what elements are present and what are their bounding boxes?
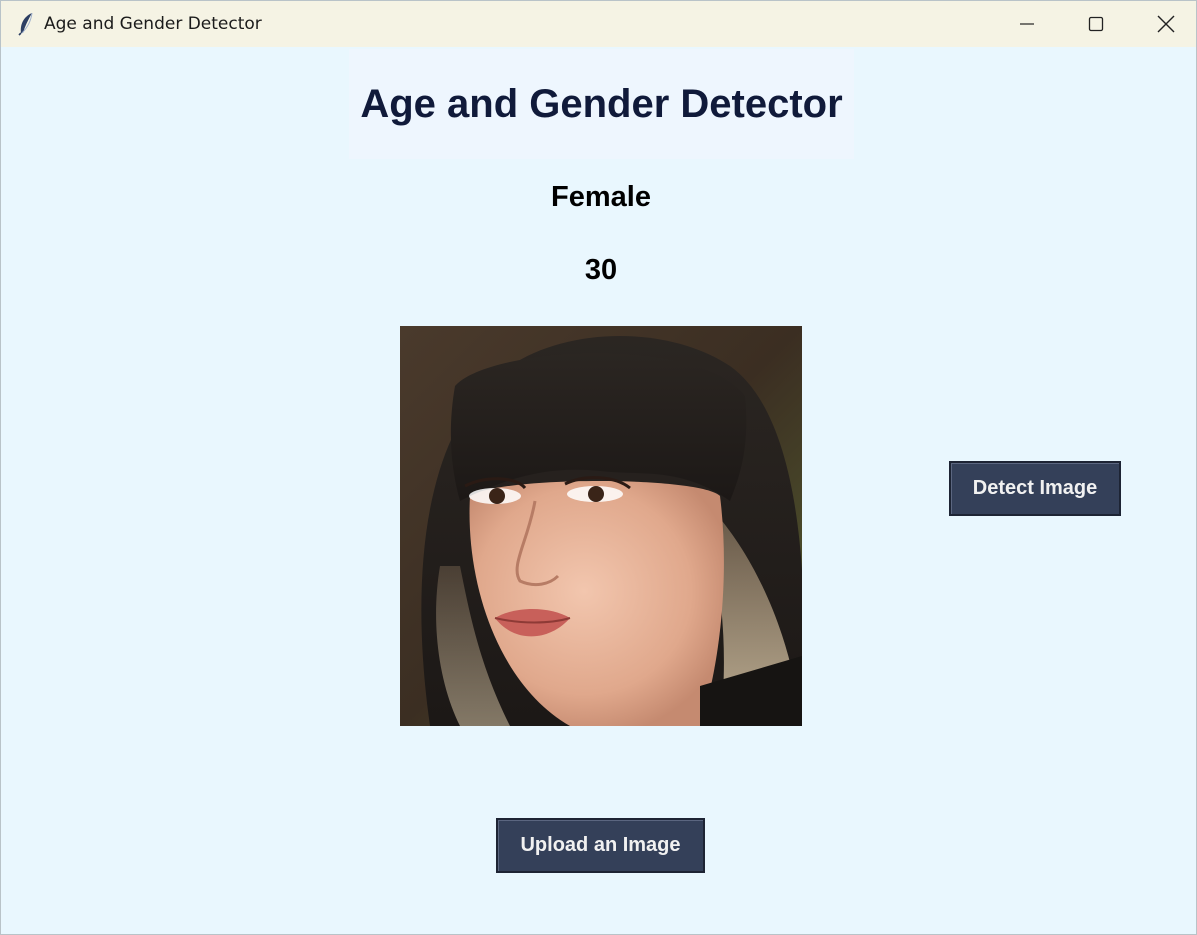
main-content: Age and Gender Detector Female 30 Detect…	[1, 47, 1196, 934]
heading-panel: Age and Gender Detector	[349, 49, 854, 159]
close-button[interactable]	[1131, 1, 1196, 47]
feather-icon	[18, 12, 33, 36]
minimize-icon	[1020, 23, 1034, 25]
age-result: 30	[584, 254, 618, 286]
app-window: Age and Gender Detector Age and Gender D…	[0, 0, 1197, 935]
page-title: Age and Gender Detector	[360, 81, 843, 126]
gender-result: Female	[551, 181, 651, 213]
maximize-button[interactable]	[1061, 1, 1131, 47]
portrait-photo-icon	[400, 326, 802, 726]
close-icon	[1157, 15, 1175, 33]
title-bar[interactable]: Age and Gender Detector	[1, 1, 1196, 47]
upload-image-button[interactable]: Upload an Image	[496, 818, 705, 873]
maximize-icon	[1088, 16, 1104, 32]
detect-image-button[interactable]: Detect Image	[949, 461, 1121, 516]
uploaded-photo	[400, 326, 802, 726]
minimize-button[interactable]	[992, 1, 1062, 47]
window-title: Age and Gender Detector	[44, 14, 262, 34]
